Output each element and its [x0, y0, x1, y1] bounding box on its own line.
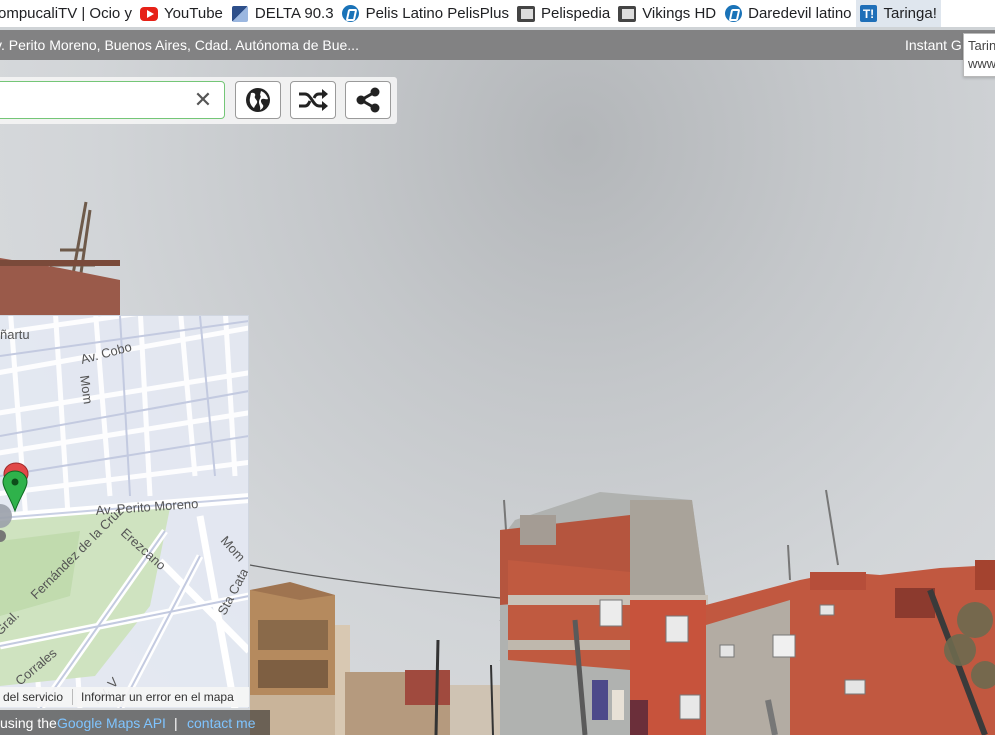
bookmark-pelisplus[interactable]: Pelis Latino PelisPlus [338, 0, 513, 27]
delta-icon [231, 5, 249, 23]
bookmark-pelispedia[interactable]: Pelispedia [513, 0, 614, 27]
search-input[interactable] [3, 88, 183, 112]
film-icon [516, 5, 535, 23]
bookmarks-bar: ompucaliTV | Ocio y YouTube DELTA 90.3 P… [0, 0, 995, 27]
tooltip-line-1: Tarin [968, 38, 995, 53]
bookmark-compucalitv[interactable]: ompucaliTV | Ocio y [0, 0, 136, 27]
bookmark-daredevil[interactable]: Daredevil latino [720, 0, 855, 27]
film-icon [618, 5, 637, 23]
google-maps-api-link[interactable]: Google Maps API [57, 715, 166, 731]
taringa-icon: T! [860, 5, 878, 23]
shuffle-icon [299, 89, 328, 111]
pelisplus-icon [342, 5, 360, 23]
minimap[interactable]: ñartu Av. Cobo Mom Av. Perito Moreno Gra… [0, 315, 249, 708]
youtube-icon [139, 5, 158, 23]
pelisplus-icon [724, 5, 742, 23]
terms-link[interactable]: del servicio [3, 690, 63, 704]
street-view-toolbar: ✕ [0, 77, 397, 124]
bookmark-vikings[interactable]: Vikings HD [614, 0, 720, 27]
credits-prefix: using the [0, 715, 57, 731]
street-label-artu: ñartu [0, 327, 30, 342]
credits-bar: using the Google Maps API | contact me [0, 710, 270, 735]
credits-separator: | [174, 715, 178, 731]
globe-icon [246, 88, 270, 112]
share-icon [356, 87, 380, 113]
bookmark-tooltip: Tarin www [963, 33, 995, 77]
globe-button[interactable] [235, 81, 281, 119]
tooltip-line-2: www [968, 56, 995, 71]
contact-me-link[interactable]: contact me [187, 715, 255, 731]
minimap-graphic: ñartu Av. Cobo Mom Av. Perito Moreno Gra… [0, 316, 248, 708]
search-box[interactable]: ✕ [0, 81, 225, 119]
footer-divider [72, 689, 73, 705]
random-location-button[interactable] [290, 81, 336, 119]
location-address: v. Perito Moreno, Buenos Aires, Cdad. Au… [0, 37, 359, 53]
clear-search-icon[interactable]: ✕ [191, 87, 215, 113]
bookmark-taringa[interactable]: T! Taringa! [855, 0, 941, 27]
instant-link[interactable]: Instant G [905, 37, 962, 53]
bookmark-youtube[interactable]: YouTube [136, 0, 227, 27]
minimap-footer: del servicio Informar un error en el map… [0, 687, 249, 707]
bookmark-delta[interactable]: DELTA 90.3 [227, 0, 338, 27]
report-error-link[interactable]: Informar un error en el mapa [81, 690, 234, 704]
share-button[interactable] [345, 81, 391, 119]
address-bar: v. Perito Moreno, Buenos Aires, Cdad. Au… [0, 30, 995, 60]
